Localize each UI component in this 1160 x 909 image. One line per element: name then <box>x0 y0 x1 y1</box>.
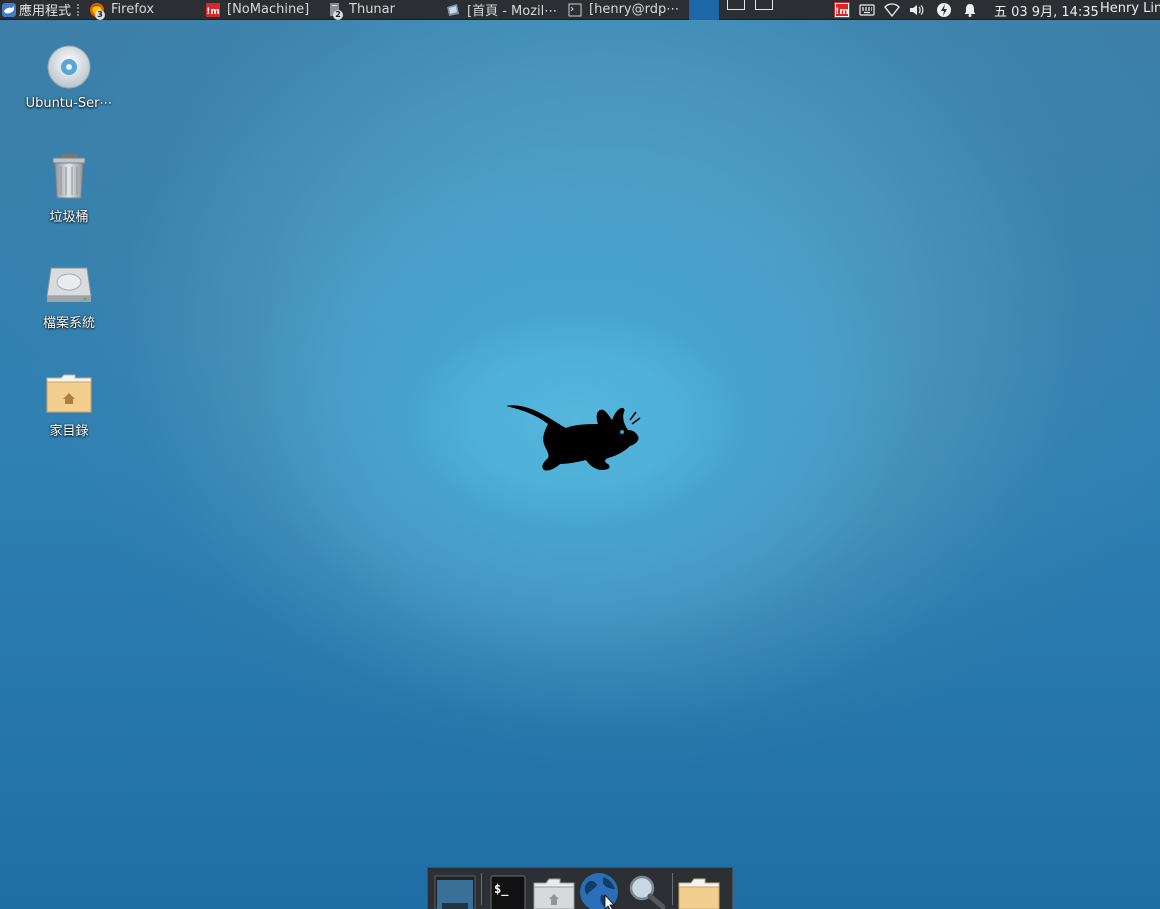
wifi-icon[interactable] <box>884 2 900 18</box>
svg-text:$_: $_ <box>494 882 509 897</box>
desktop-icon-label: 垃圾桶 <box>49 210 89 225</box>
desktop-icon-label: 檔案系統 <box>42 316 95 331</box>
desktop-icon-trash[interactable]: 垃圾桶 <box>14 152 124 225</box>
dock-separator <box>481 873 482 905</box>
trash-icon <box>52 154 86 199</box>
svg-text:!m: !m <box>835 7 848 17</box>
dock-folder[interactable] <box>676 869 722 909</box>
folder-icon <box>678 878 720 909</box>
task-nomachine[interactable]: !m [NoMachine] <box>201 0 323 20</box>
svg-text:!m: !m <box>206 7 219 17</box>
dock-app-finder[interactable] <box>623 869 669 909</box>
task-label: [henry@rdp⋯ <box>589 2 680 17</box>
dock-web-browser[interactable] <box>577 869 623 909</box>
dock-file-manager[interactable] <box>531 869 577 909</box>
home-folder-icon <box>46 374 92 413</box>
task-label: Thunar <box>349 2 395 17</box>
task-thunar[interactable]: 2 Thunar <box>323 0 441 20</box>
task-count-badge: 3 <box>95 9 106 20</box>
desktop-icon-ubuntu-server[interactable]: Ubuntu-Ser⋯ <box>14 44 124 111</box>
dock-panel: $_ <box>427 867 733 909</box>
task-label: Firefox <box>111 2 155 17</box>
task-label: [首頁 - Mozil⋯ <box>467 4 558 19</box>
nomachine-tray-icon[interactable]: !m <box>834 2 850 18</box>
desktop-icon-home[interactable]: 家目錄 <box>14 372 124 439</box>
terminal-icon <box>567 2 583 18</box>
task-firefox[interactable]: 3 Firefox <box>85 0 201 20</box>
keyboard-icon[interactable] <box>859 2 875 18</box>
clock[interactable]: 五 03 9月, 14:35 <box>994 1 1099 20</box>
task-firefox-window[interactable]: [首頁 - Mozil⋯ <box>441 0 563 20</box>
thunar-icon: 2 <box>327 2 344 20</box>
desktop-icon <box>434 875 476 909</box>
xfce-logo-icon <box>2 2 16 17</box>
xfce-mouse-logo <box>506 405 641 471</box>
volume-icon[interactable] <box>909 2 925 18</box>
panel-separator <box>77 3 83 16</box>
power-icon[interactable] <box>936 2 952 18</box>
desktop-icon-label: Ubuntu-Ser⋯ <box>25 96 113 111</box>
firefox-window-icon <box>445 2 461 18</box>
workspace-3[interactable] <box>755 0 773 10</box>
firefox-icon: 3 <box>89 2 106 20</box>
nomachine-icon: !m <box>205 2 221 18</box>
dock-separator <box>672 873 673 905</box>
workspace-2[interactable] <box>727 0 745 10</box>
harddisk-icon <box>46 267 92 302</box>
cdrom-icon <box>47 45 91 89</box>
user-menu[interactable]: Henry Lin <box>1100 1 1160 16</box>
desktop-icon-filesystem[interactable]: 檔案系統 <box>14 262 124 331</box>
desktop-icon-label: 家目錄 <box>49 424 89 439</box>
home-folder-icon <box>533 878 575 909</box>
magnifier-icon <box>629 875 666 909</box>
applications-menu-label: 應用程式 <box>19 4 72 19</box>
dock-terminal[interactable]: $_ <box>485 869 531 909</box>
task-label: [NoMachine] <box>227 2 310 17</box>
workspace-1-active[interactable] <box>689 0 719 20</box>
applications-menu-button[interactable]: 應用程式 <box>0 0 75 20</box>
top-panel: 應用程式 3 Firefox !m [NoMachine] 2 Thunar [… <box>0 0 1160 20</box>
globe-icon <box>580 873 618 909</box>
notification-bell-icon[interactable] <box>962 2 978 18</box>
dock-show-desktop[interactable] <box>432 869 478 909</box>
terminal-icon: $_ <box>490 875 526 909</box>
task-count-badge: 2 <box>333 9 344 20</box>
task-terminal[interactable]: [henry@rdp⋯ <box>563 0 689 20</box>
